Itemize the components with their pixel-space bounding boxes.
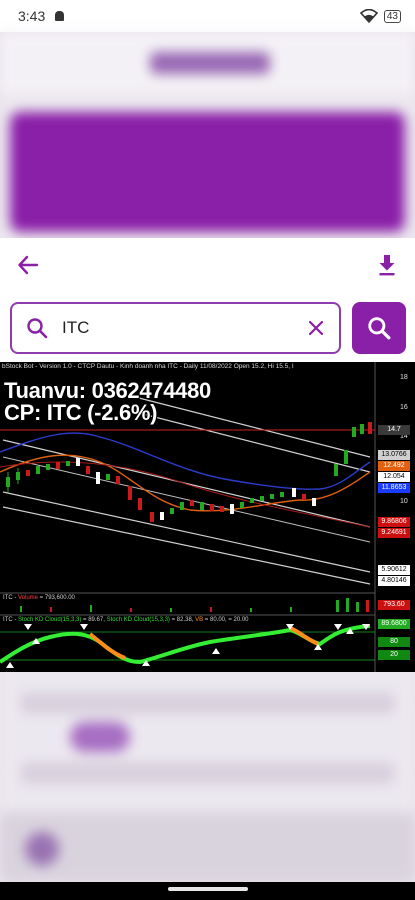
background-logo: [150, 52, 270, 74]
chart-overlay-cp: CP: ITC (-2.6%): [4, 400, 158, 425]
volume-label-name: Volume: [18, 595, 39, 601]
stochastic-label: ITC - Stoch KD Cloud(15,3,3) = 89.67, St…: [3, 617, 249, 623]
close-icon: [308, 320, 324, 336]
price-tag: 14.7: [378, 425, 410, 435]
navigation-bar: [0, 882, 415, 900]
ma-line-blue: [0, 432, 371, 490]
stoch-value-2: = 82.38,: [169, 617, 196, 623]
download-button[interactable]: [369, 247, 405, 283]
price-tag: 89.6800: [378, 619, 410, 629]
channel-line: [2, 506, 371, 585]
stoch-prefix: ITC -: [3, 617, 18, 623]
volume-label: ITC - Volume = 793,600.00: [3, 595, 75, 601]
background-pill: [70, 722, 130, 752]
search-icon: [368, 317, 391, 340]
ma-line-red: [0, 461, 371, 528]
stoch-value-4: = 20.00: [228, 617, 249, 623]
back-button[interactable]: [10, 247, 46, 283]
search-input[interactable]: [62, 308, 293, 348]
notification-icon: [55, 11, 65, 21]
volume-label-value: = 793,600.00: [38, 595, 75, 601]
price-tag: 9.24691: [378, 528, 410, 538]
stoch-value-3: = 80.00,: [203, 617, 229, 623]
home-indicator[interactable]: [168, 887, 248, 891]
price-tag: 5.90612: [378, 565, 410, 575]
volume-label-prefix: ITC -: [3, 595, 18, 601]
background-row: [20, 762, 395, 784]
status-bar: 3:43 43: [0, 0, 415, 32]
stoch-name-2: Stoch KD Cloud(15,3,3): [106, 617, 170, 623]
channel-line: [2, 439, 371, 528]
background-row: [20, 692, 395, 714]
price-tag: 80: [378, 637, 410, 647]
price-tag: 20: [378, 650, 410, 660]
price-tag: 793.60: [378, 600, 410, 610]
stoch-d-segment: [289, 626, 319, 646]
background-avatar: [25, 832, 59, 866]
stoch-value-1: = 89.67,: [81, 617, 107, 623]
candles: [6, 422, 372, 522]
chart-dialog: bStock Bot - Version 1.0 - CTCP Dautu - …: [0, 238, 415, 672]
search-button[interactable]: [352, 302, 406, 354]
battery-icon: 43: [383, 9, 401, 23]
background-bottom-bar: [0, 812, 415, 882]
background-banner: [10, 112, 405, 232]
price-tag: 12.492: [378, 461, 410, 471]
status-time: 3:43: [18, 8, 46, 24]
axis-tick-label: 18: [400, 374, 408, 381]
price-tag: 9.86806: [378, 517, 410, 527]
search-icon: [12, 304, 62, 352]
download-icon: [379, 255, 395, 276]
search-box: [10, 302, 341, 354]
stock-chart-image: bStock Bot - Version 1.0 - CTCP Dautu - …: [0, 362, 415, 672]
chart-header: bStock Bot - Version 1.0 - CTCP Dautu - …: [2, 363, 294, 370]
stoch-d-segment: [88, 632, 126, 660]
status-icons: 43: [359, 9, 401, 23]
wifi-icon: [359, 9, 378, 23]
price-tag: 11.8653: [378, 483, 410, 493]
axis-tick-label: 10: [400, 498, 408, 505]
axis-tick-label: 16: [400, 404, 408, 411]
clear-button[interactable]: [293, 304, 339, 352]
price-tag: 4.80146: [378, 576, 410, 586]
price-tag: 13.0766: [378, 450, 410, 460]
stoch-name-1: Stoch KD Cloud(15,3,3): [18, 617, 82, 623]
price-tag: 12.054: [378, 472, 410, 482]
stoch-name-3: VB: [195, 617, 204, 623]
arrow-left-icon: [18, 255, 39, 275]
channel-line: [134, 396, 371, 458]
